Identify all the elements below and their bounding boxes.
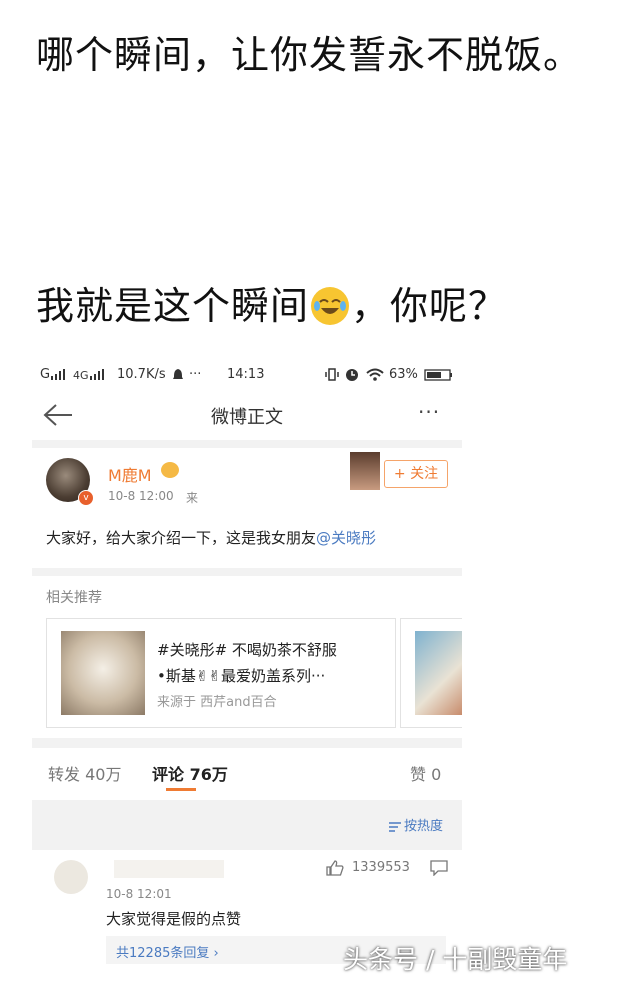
status-bar: G 4G 10.7K/s ··· 14:13 63% <box>32 358 462 392</box>
divider <box>32 738 462 748</box>
status-speed: 10.7K/s <box>117 367 166 382</box>
tab-comment[interactable]: 评论 76万 <box>152 761 228 785</box>
profile-thumbnail <box>350 452 380 490</box>
related-thumbnail <box>61 631 145 715</box>
sort-label[interactable]: 按热度 <box>404 815 443 834</box>
headline-line-1: 哪个瞬间，让你发誓永不脱饭。 <box>36 33 583 77</box>
related-thumbnail-next <box>415 631 462 715</box>
related-source: 来源于 西芹and百合 <box>157 695 277 710</box>
sort-lines-icon[interactable] <box>388 818 402 837</box>
sort-bar: 按热度 <box>32 800 462 850</box>
active-tab-indicator <box>166 788 196 791</box>
tab-like[interactable]: 赞 0 <box>410 761 441 785</box>
post-timestamp: 10-8 12:00 <box>108 489 174 503</box>
battery-icon <box>424 369 454 385</box>
related-header: 相关推荐 <box>46 590 102 606</box>
wifi-icon <box>366 368 384 385</box>
nav-bar: 微博正文 ··· <box>32 392 462 441</box>
divider <box>32 440 462 448</box>
member-crown-icon <box>161 462 179 478</box>
signal-icon <box>51 369 65 384</box>
headline-line-2-text: 我就是这个瞬间 <box>36 284 310 328</box>
reply-icon[interactable] <box>430 860 448 880</box>
comment-like-count: 1339553 <box>352 860 410 875</box>
post-text: 大家好，给大家介绍一下，这是我女朋友 <box>46 529 317 547</box>
notification-icon <box>172 368 184 385</box>
signal-icon-2 <box>90 369 104 384</box>
headline-line-2: 我就是这个瞬间 ，你呢？ <box>36 275 507 330</box>
tab-bar: 转发 40万 评论 76万 赞 0 <box>32 748 462 794</box>
post-username[interactable]: M鹿M <box>108 462 152 486</box>
laughing-tears-emoji-icon <box>311 287 350 325</box>
vibrate-icon <box>325 368 339 385</box>
comment-avatar[interactable] <box>54 860 88 894</box>
status-dots: ··· <box>189 367 202 382</box>
related-card[interactable]: #关晓彤# 不喝奶茶不舒服 •斯基✌✌最爱奶盖系列··· 来源于 西芹and百合 <box>46 618 396 728</box>
comment-text: 大家觉得是假的点赞 <box>106 910 242 928</box>
headline-line-2-tail: ，你呢？ <box>351 284 508 328</box>
tab-repost[interactable]: 转发 40万 <box>48 761 121 785</box>
mention-link[interactable]: @关晓彤 <box>316 529 376 547</box>
status-battery-percent: 63% <box>389 367 418 382</box>
comment-username-redacted <box>114 860 224 878</box>
post: v M鹿M 10-8 12:00 来 + 关注 大家好，给大家介绍一下，这是我女… <box>32 448 462 568</box>
post-source: 来 <box>186 491 199 505</box>
post-body: 大家好，给大家介绍一下，这是我女朋友@关晓彤 <box>46 527 376 548</box>
status-time: 14:13 <box>227 367 265 382</box>
alarm-icon <box>345 368 359 386</box>
replies-link[interactable]: 共12285条回复 › <box>116 942 219 961</box>
related-line-2: •斯基✌✌最爱奶盖系列··· <box>157 667 326 685</box>
more-icon[interactable]: ··· <box>418 400 440 424</box>
divider <box>32 568 462 576</box>
related-line-1: #关晓彤# 不喝奶茶不舒服 <box>157 641 337 659</box>
follow-button[interactable]: + 关注 <box>384 460 448 488</box>
status-carrier: G <box>40 367 51 382</box>
verified-badge-icon: v <box>78 490 94 506</box>
status-network: 4G <box>73 369 89 382</box>
page-title: 微博正文 <box>211 407 283 428</box>
thumbs-up-icon[interactable] <box>326 860 344 880</box>
related-card-next[interactable] <box>400 618 462 728</box>
weibo-screenshot: G 4G 10.7K/s ··· 14:13 63% 微博正文 ··· v M鹿… <box>32 358 462 983</box>
comment-timestamp: 10-8 12:01 <box>106 887 172 901</box>
watermark: 头条号 / 十副毁童年 <box>343 945 568 974</box>
